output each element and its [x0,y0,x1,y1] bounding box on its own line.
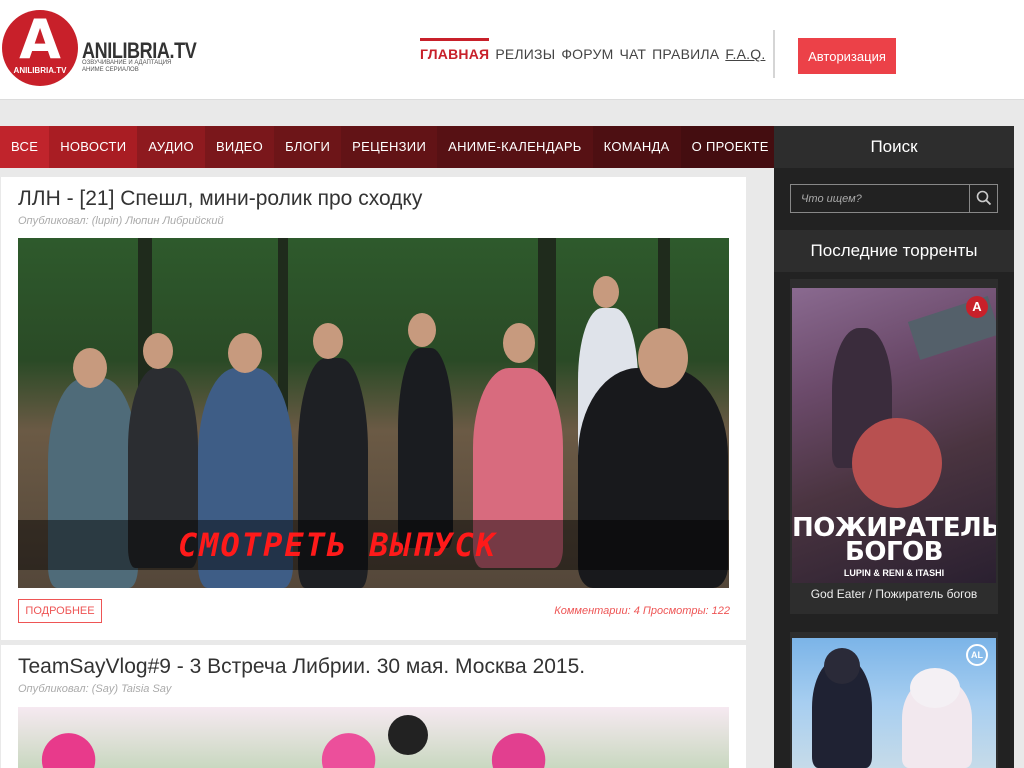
post-title[interactable]: ЛЛН - [21] Спешл, мини-ролик про сходку [18,187,422,211]
thumbnail-person-head [313,323,343,359]
login-button[interactable]: Авторизация [798,38,896,74]
poster-character-shape [910,668,960,708]
poster-character-shape [852,418,942,508]
nav-rules[interactable]: ПРАВИЛА [652,46,719,62]
poster-title: ПОЖИРАТЕЛЬ БОГОВ [792,513,996,567]
site-logo[interactable]: A ANILIBRIA.TV [2,10,78,86]
vlog-sign-icon [388,715,428,755]
vlog-graphic-shape: ● [488,713,550,768]
category-blogs[interactable]: БЛОГИ [274,126,342,168]
nav-releases[interactable]: РЕЛИЗЫ [495,46,555,62]
torrent-poster[interactable]: AL [792,638,996,768]
thumbnail-person-head [503,323,535,363]
news-post: TeamSayVlog#9 - 3 Встреча Либрии. 30 мая… [1,645,746,768]
thumbnail-person [398,348,453,548]
site-header: A ANILIBRIA.TV ANILIBRIA.TV ОЗВУЧИВАНИЕ … [0,0,1024,100]
thumbnail-person-head [593,276,619,308]
search-button[interactable] [969,185,997,212]
category-all[interactable]: ВСЕ [0,126,50,168]
logo-letter: A [19,8,61,71]
category-team[interactable]: КОМАНДА [592,126,681,168]
post-author: Опубликовал: (Say) Taisia Say [18,683,172,695]
nav-faq[interactable]: F.A.Q. [725,46,765,62]
post-image[interactable]: ● ● ● [18,707,729,768]
vlog-graphic-shape: ● [38,713,100,768]
nav-home[interactable]: ГЛАВНАЯ [420,38,490,62]
read-more-button[interactable]: ПОДРОБНЕЕ [18,599,102,623]
post-video-thumbnail[interactable]: СМОТРЕТЬ ВЫПУСК [18,238,729,588]
sidebar: Поиск Последние торренты A ПОЖИРАТЕЛЬ БО… [774,126,1014,768]
torrent-name[interactable]: God Eater / Пожиратель богов [790,587,998,601]
search-input[interactable] [791,185,969,212]
search-icon [976,190,992,206]
thumbnail-person-head [143,333,173,369]
site-tagline: ОЗВУЧИВАНИЕ И АДАПТАЦИЯ АНИМЕ СЕРИАЛОВ [82,60,172,73]
torrent-poster[interactable]: A ПОЖИРАТЕЛЬ БОГОВ LUPIN & RENI & ITASHI [792,288,996,583]
category-reviews[interactable]: РЕЦЕНЗИИ [341,126,438,168]
thumbnail-person-head [638,328,688,388]
post-stats: Комментарии: 4 Просмотры: 122 [554,605,730,617]
vlog-graphic-shape: ● [318,713,380,768]
poster-credits: LUPIN & RENI & ITASHI [843,568,945,578]
category-anime-calendar[interactable]: АНИМЕ-КАЛЕНДАРЬ [437,126,593,168]
poster-logo-icon: AL [966,644,988,666]
nav-forum[interactable]: ФОРУМ [561,46,613,62]
search-heading: Поиск [774,126,1014,168]
poster-character-shape [824,648,860,684]
category-navigation: ВСЕ НОВОСТИ АУДИО ВИДЕО БЛОГИ РЕЦЕНЗИИ А… [0,126,780,168]
latest-torrents-heading: Последние торренты [774,230,1014,272]
top-navigation: ГЛАВНАЯ РЕЛИЗЫ ФОРУМ ЧАТ ПРАВИЛА F.A.Q. [420,38,771,62]
category-news[interactable]: НОВОСТИ [49,126,138,168]
watch-episode-text[interactable]: СМОТРЕТЬ ВЫПУСК [178,526,497,564]
anilibria-poster-logo-icon: A [966,296,988,318]
post-author: Опубликовал: (lupin) Люпин Либрийский [18,215,224,227]
torrent-card[interactable]: AL [790,632,998,768]
thumbnail-person-head [228,333,262,373]
search-form [790,184,998,213]
thumbnail-person-head [408,313,436,347]
category-about[interactable]: О ПРОЕКТЕ [680,126,780,168]
news-post: ЛЛН - [21] Спешл, мини-ролик про сходку … [1,177,746,640]
thumbnail-person-head [73,348,107,388]
post-title[interactable]: TeamSayVlog#9 - 3 Встреча Либрии. 30 мая… [18,655,585,679]
category-audio[interactable]: АУДИО [137,126,205,168]
torrent-card[interactable]: A ПОЖИРАТЕЛЬ БОГОВ LUPIN & RENI & ITASHI… [790,279,998,614]
logo-circle-text: ANILIBRIA.TV [13,66,67,75]
category-video[interactable]: ВИДЕО [204,126,275,168]
header-divider [773,30,775,78]
nav-chat[interactable]: ЧАТ [619,46,646,62]
